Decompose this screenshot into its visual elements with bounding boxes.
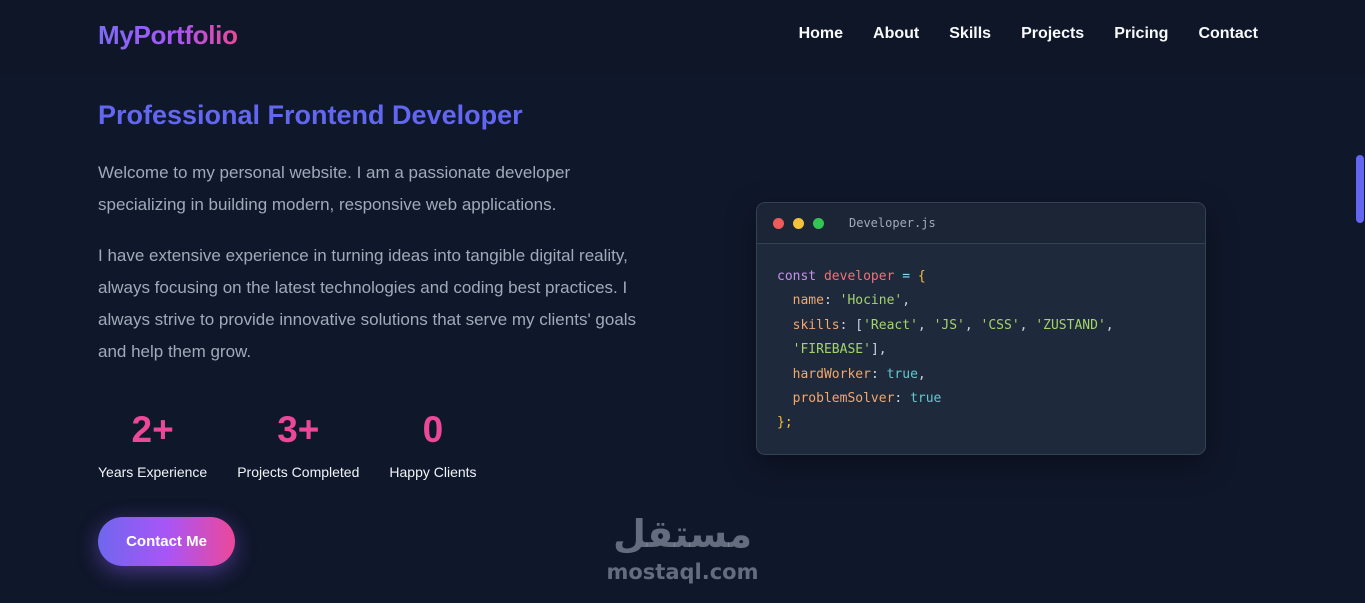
code-key-name: name xyxy=(792,293,824,309)
code-skill: 'ZUSTAND' xyxy=(1035,317,1106,333)
code-value-hardworker: true xyxy=(886,366,918,382)
code-key-problemsolver: problemSolver xyxy=(792,391,895,407)
hero-experience-paragraph: I have extensive experience in turning i… xyxy=(98,246,637,361)
stats-row: 2+ Years Experience 3+ Projects Complete… xyxy=(98,408,507,480)
code-value-problemsolver: true xyxy=(910,391,942,407)
stat-label: Happy Clients xyxy=(389,464,477,480)
code-skill: 'React' xyxy=(863,317,918,333)
code-skill: 'JS' xyxy=(933,317,965,333)
watermark-arabic: مستقل xyxy=(613,512,752,556)
close-dot-icon xyxy=(773,217,784,229)
stat-value: 3+ xyxy=(277,409,320,450)
stat-value: 2+ xyxy=(131,409,174,450)
contact-me-button[interactable]: Contact Me xyxy=(98,517,235,566)
code-filename: Developer.js xyxy=(849,216,936,230)
nav-pricing[interactable]: Pricing xyxy=(1114,25,1168,43)
nav-skills[interactable]: Skills xyxy=(949,25,991,43)
nav-home[interactable]: Home xyxy=(799,25,843,43)
maximize-dot-icon xyxy=(813,217,824,229)
nav-projects[interactable]: Projects xyxy=(1021,25,1084,43)
nav-contact[interactable]: Contact xyxy=(1198,25,1258,43)
code-body: const developer = { name: 'Hocine', skil… xyxy=(777,269,1114,431)
minimize-dot-icon xyxy=(793,217,804,229)
hero-title: Professional Frontend Developer xyxy=(98,100,523,130)
main-nav: Home About Skills Projects Pricing Conta… xyxy=(799,25,1258,43)
site-header: MyPortfolio Home About Skills Projects P… xyxy=(0,0,1365,74)
code-variable: developer xyxy=(823,269,895,284)
watermark-latin: mostaql.com xyxy=(606,560,759,584)
code-window: Developer.js const developer = { name: '… xyxy=(756,202,1206,455)
mostaql-watermark: مستقل mostaql.com xyxy=(600,512,765,592)
code-keyword: const xyxy=(777,269,817,284)
code-window-titlebar: Developer.js xyxy=(757,203,1205,244)
page-scrollbar[interactable] xyxy=(1355,74,1365,603)
stat-value: 0 xyxy=(422,409,444,450)
code-key-skills: skills xyxy=(792,317,840,333)
stat-label: Years Experience xyxy=(98,464,208,480)
code-skill: 'CSS' xyxy=(980,317,1020,333)
code-open-brace: { xyxy=(917,269,926,284)
stat-clients: 0 Happy Clients xyxy=(389,408,476,480)
scrollbar-thumb[interactable] xyxy=(1356,155,1364,223)
portfolio-page: MyPortfolio Home About Skills Projects P… xyxy=(0,0,1365,603)
code-close-brace: }; xyxy=(777,415,793,431)
code-skill: 'FIREBASE' xyxy=(792,342,871,358)
code-key-hardworker: hardWorker xyxy=(792,366,871,382)
stat-projects: 3+ Projects Completed xyxy=(237,408,359,480)
hero-intro-paragraph: Welcome to my personal website. I am a p… xyxy=(98,163,571,214)
nav-about[interactable]: About xyxy=(873,25,919,43)
stat-label: Projects Completed xyxy=(237,464,360,480)
site-logo[interactable]: MyPortfolio xyxy=(98,20,238,51)
code-value-name: 'Hocine' xyxy=(839,293,903,309)
code-operator: = xyxy=(902,269,911,284)
stat-years: 2+ Years Experience xyxy=(98,408,207,480)
